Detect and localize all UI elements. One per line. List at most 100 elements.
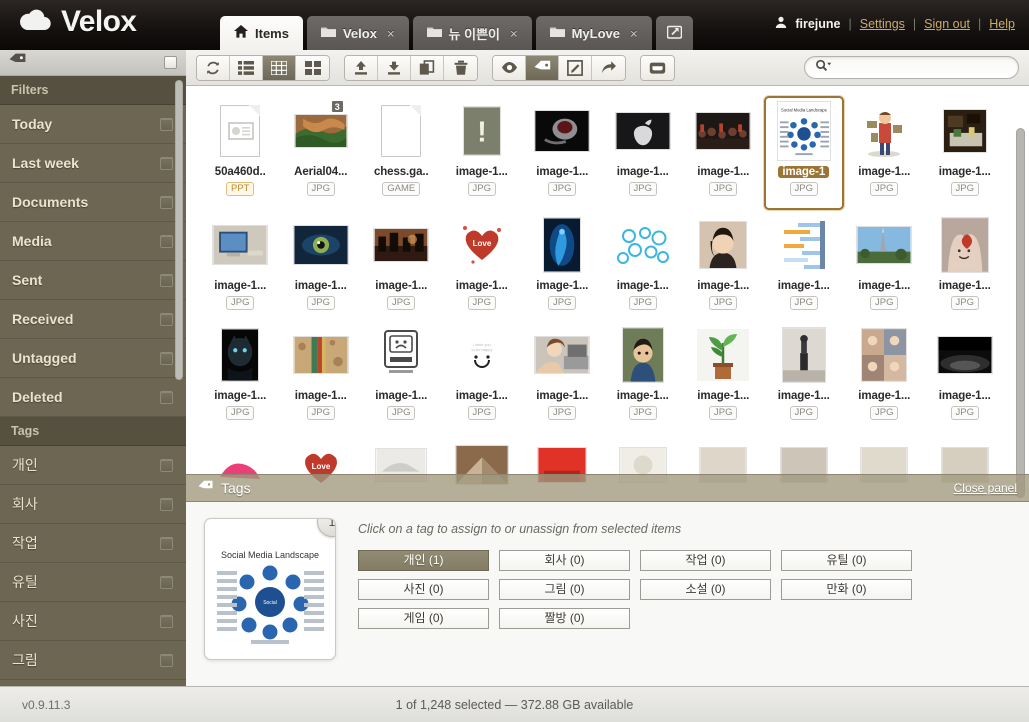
file-item[interactable]: image-1... JPG	[764, 210, 845, 320]
tag-button-work[interactable]: 작업 (0)	[640, 550, 771, 571]
file-item[interactable]: image-1... JPG	[281, 320, 362, 430]
sidebar-select-all-checkbox[interactable]	[164, 56, 177, 69]
file-item[interactable]: image-1... JPG	[603, 210, 684, 320]
sidebar-item-last-week[interactable]: Last week	[0, 144, 186, 183]
file-item[interactable]: 3 Aerial04... JPG	[281, 96, 362, 206]
tag-button-meme[interactable]: 짤방 (0)	[499, 608, 630, 629]
tab-velox[interactable]: Velox ×	[306, 16, 409, 50]
sidebar-item-checkbox[interactable]	[160, 653, 173, 667]
sidebar-tag-company[interactable]: 회사	[0, 485, 186, 524]
settings-link[interactable]: Settings	[860, 17, 905, 31]
sidebar-item-media[interactable]: Media	[0, 222, 186, 261]
file-item[interactable]: image-1... JPG	[522, 320, 603, 430]
sidebar-tag-work[interactable]: 작업	[0, 524, 186, 563]
sidebar-item-checkbox[interactable]	[160, 575, 173, 589]
sign-out-link[interactable]: Sign out	[924, 17, 970, 31]
selected-item-preview[interactable]: 1 Social Media Landscape Social	[204, 518, 336, 660]
tag-button-photo[interactable]: 사진 (0)	[358, 579, 489, 600]
close-icon[interactable]: ×	[510, 26, 518, 41]
sidebar-item-checkbox[interactable]	[160, 536, 173, 550]
sidebar-item-checkbox[interactable]	[160, 390, 173, 404]
file-item[interactable]: image-1... JPG	[603, 96, 684, 206]
sidebar-item-today[interactable]: Today	[0, 105, 186, 144]
file-item[interactable]: image-1... JPG	[522, 210, 603, 320]
file-item[interactable]: image-1... JPG	[522, 96, 603, 206]
tag-button-comic[interactable]: 만화 (0)	[781, 579, 912, 600]
new-tab-button[interactable]	[655, 16, 693, 50]
sidebar-tag-personal[interactable]: 개인	[0, 446, 186, 485]
close-panel-link[interactable]: Close panel	[954, 481, 1017, 495]
copy-button[interactable]	[411, 55, 444, 80]
sidebar-item-received[interactable]: Received	[0, 300, 186, 339]
sidebar-scrollbar[interactable]	[175, 80, 183, 380]
sidebar-tag-photo[interactable]: 사진	[0, 602, 186, 641]
edit-button[interactable]	[559, 55, 592, 80]
sidebar-item-checkbox[interactable]	[160, 312, 173, 326]
file-item[interactable]: Love image-1... JPG	[442, 210, 523, 320]
file-item[interactable]: chess.ga.. GAME	[361, 96, 442, 206]
tab-items[interactable]: Items	[220, 16, 303, 50]
file-item[interactable]: image-1... JPG	[844, 320, 925, 430]
tag-button-drawing[interactable]: 그림 (0)	[499, 579, 630, 600]
close-icon[interactable]: ×	[387, 26, 395, 41]
tab-new-pretty[interactable]: 뉴 이쁜이 ×	[412, 16, 532, 50]
search-input[interactable]	[835, 60, 1008, 75]
file-item[interactable]: image-1... JPG	[844, 210, 925, 320]
file-item[interactable]: image-1... JPG	[925, 210, 1006, 320]
tag-button-novel[interactable]: 소설 (0)	[640, 579, 771, 600]
file-item[interactable]: image-1... JPG	[361, 210, 442, 320]
file-item[interactable]: image-1... JPG	[603, 320, 684, 430]
trash-button[interactable]	[444, 55, 477, 80]
file-item[interactable]: i wish you to be happy image-1... JPG	[442, 320, 523, 430]
inbox-button[interactable]	[641, 55, 674, 80]
close-icon[interactable]: ×	[630, 26, 638, 41]
tab-mylove[interactable]: MyLove ×	[535, 16, 652, 50]
file-item[interactable]: image-1... JPG	[764, 320, 845, 430]
file-item[interactable]: image-1... JPG	[200, 320, 281, 430]
tag-button-util[interactable]: 유틸 (0)	[781, 550, 912, 571]
refresh-button[interactable]	[197, 55, 230, 80]
file-item[interactable]: 50a460d.. PPT	[200, 96, 281, 206]
sidebar-item-checkbox[interactable]	[160, 458, 173, 472]
sidebar-item-checkbox[interactable]	[160, 117, 173, 131]
file-item[interactable]: image-1... JPG	[844, 96, 925, 206]
help-link[interactable]: Help	[989, 17, 1015, 31]
sidebar-item-checkbox[interactable]	[160, 234, 173, 248]
sidebar-item-checkbox[interactable]	[160, 614, 173, 628]
sidebar-item-checkbox[interactable]	[160, 351, 173, 365]
search-field[interactable]	[804, 56, 1019, 79]
sidebar-item-checkbox[interactable]	[160, 156, 173, 170]
file-item[interactable]: image-1... JPG	[683, 320, 764, 430]
sidebar-tag-util[interactable]: 유틸	[0, 563, 186, 602]
sidebar-item-checkbox[interactable]	[160, 273, 173, 287]
file-item[interactable]: image-1... JPG	[281, 210, 362, 320]
file-item-selected[interactable]: Social Media Landscape image-1 JPG	[763, 96, 844, 210]
eye-button[interactable]	[493, 55, 526, 80]
file-item[interactable]: image-1... JPG	[200, 210, 281, 320]
file-item[interactable]: image-1... JPG	[361, 320, 442, 430]
file-item[interactable]: image-1... JPG	[925, 96, 1006, 206]
main-scrollbar[interactable]	[1016, 128, 1025, 498]
sidebar-item-checkbox[interactable]	[160, 497, 173, 511]
search-dropdown-icon[interactable]	[815, 59, 832, 77]
sidebar-item-documents[interactable]: Documents	[0, 183, 186, 222]
grid-view-button[interactable]	[263, 55, 296, 80]
sidebar-item-deleted[interactable]: Deleted	[0, 378, 186, 417]
tag-button-game[interactable]: 게임 (0)	[358, 608, 489, 629]
sidebar-item-sent[interactable]: Sent	[0, 261, 186, 300]
list-view-button[interactable]	[230, 55, 263, 80]
download-button[interactable]	[378, 55, 411, 80]
forward-button[interactable]	[592, 55, 625, 80]
file-item[interactable]: image-1... JPG	[925, 320, 1006, 430]
sidebar-item-checkbox[interactable]	[160, 195, 173, 209]
tag-button-personal[interactable]: 개인 (1)	[358, 550, 489, 571]
tile-view-button[interactable]	[296, 55, 329, 80]
file-item[interactable]: ! image-1... JPG	[442, 96, 523, 206]
file-item[interactable]: image-1... JPG	[683, 210, 764, 320]
tag-button[interactable]	[526, 55, 559, 80]
sidebar-tag-drawing[interactable]: 그림	[0, 641, 186, 680]
upload-button[interactable]	[345, 55, 378, 80]
sidebar-item-untagged[interactable]: Untagged	[0, 339, 186, 378]
file-item[interactable]: image-1... JPG	[683, 96, 764, 206]
tag-button-company[interactable]: 회사 (0)	[499, 550, 630, 571]
